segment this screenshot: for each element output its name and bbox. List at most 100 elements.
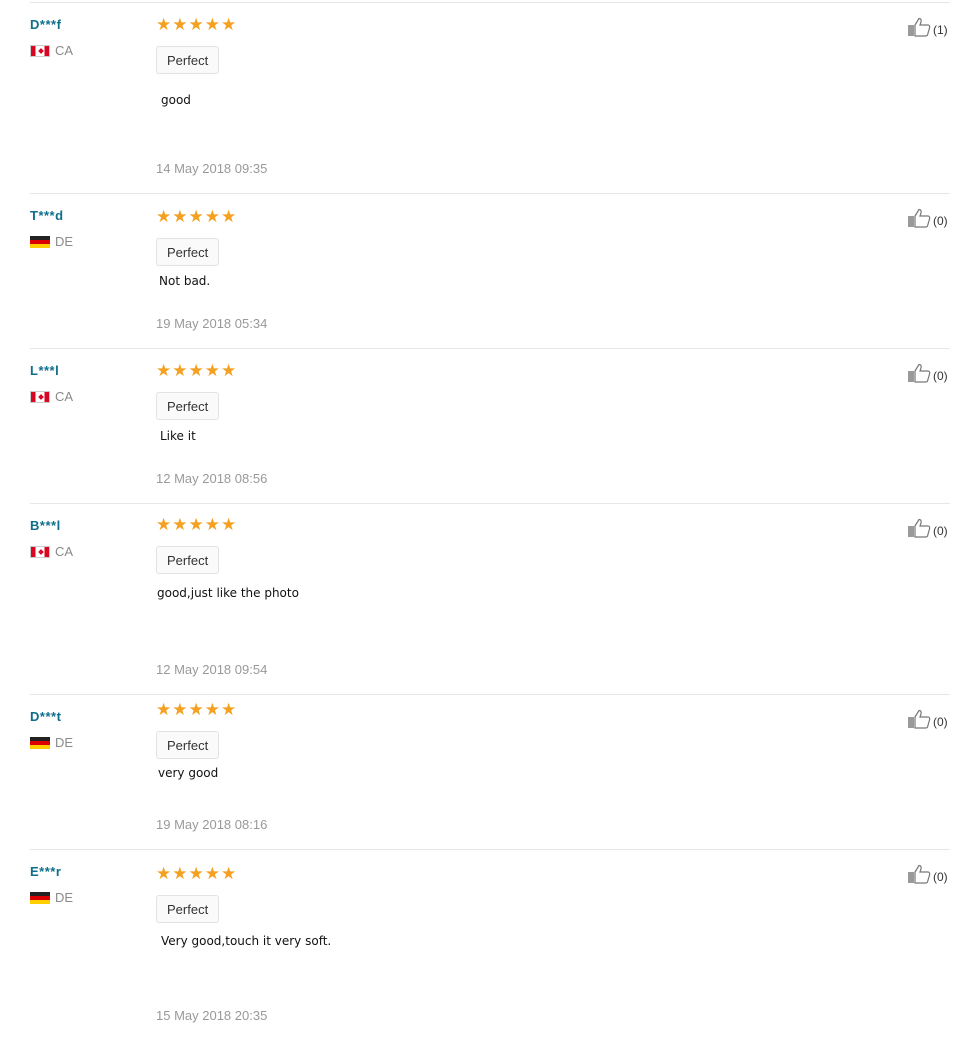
star-rating: ★ ★ ★ ★ ★ — [156, 701, 236, 718]
star-rating: ★ ★ ★ ★ ★ — [156, 208, 236, 225]
thumbs-up-icon — [908, 518, 931, 538]
reviewer-country: CA — [30, 544, 73, 559]
helpful-button[interactable]: (0) — [907, 709, 948, 729]
country-code: DE — [55, 234, 74, 249]
helpful-button[interactable]: (0) — [907, 363, 948, 383]
canada-flag-icon — [30, 545, 50, 558]
star-rating: ★ ★ ★ ★ ★ — [156, 362, 236, 379]
star-icon: ★ — [188, 15, 204, 34]
star-icon: ★ — [172, 864, 188, 883]
country-code: CA — [55, 389, 74, 404]
star-icon: ★ — [172, 361, 188, 380]
star-rating: ★ ★ ★ ★ ★ — [156, 516, 236, 533]
country-code: CA — [55, 43, 74, 58]
star-icon: ★ — [221, 361, 237, 380]
helpful-count: (0) — [933, 715, 948, 729]
star-rating: ★ ★ ★ ★ ★ — [156, 16, 236, 33]
reviewer-country: DE — [30, 890, 73, 905]
star-icon: ★ — [156, 864, 172, 883]
review-divider — [30, 694, 950, 695]
country-code: DE — [55, 735, 74, 750]
star-icon: ★ — [156, 700, 172, 719]
reviewer-name[interactable]: D***t — [30, 709, 61, 724]
review-tag: Perfect — [156, 238, 220, 266]
helpful-count: (0) — [933, 524, 948, 538]
star-icon: ★ — [172, 515, 188, 534]
review-divider — [30, 503, 950, 504]
thumbs-up-icon — [908, 17, 931, 37]
review-text: good,just like the photo — [157, 586, 299, 600]
star-icon: ★ — [221, 700, 237, 719]
review-divider — [30, 2, 950, 3]
review-tag: Perfect — [156, 731, 220, 759]
star-icon: ★ — [172, 700, 188, 719]
review-date: 19 May 2018 08:16 — [156, 817, 268, 832]
review-date: 19 May 2018 05:34 — [156, 316, 268, 331]
review-divider — [30, 193, 950, 194]
review-divider — [30, 849, 950, 850]
star-icon: ★ — [221, 207, 237, 226]
review-date: 15 May 2018 20:35 — [156, 1008, 268, 1023]
star-icon: ★ — [204, 207, 220, 226]
review-text: Like it — [160, 429, 196, 443]
star-icon: ★ — [172, 207, 188, 226]
star-icon: ★ — [221, 515, 237, 534]
star-icon: ★ — [204, 361, 220, 380]
country-code: DE — [55, 890, 74, 905]
germany-flag-icon — [30, 235, 50, 248]
star-icon: ★ — [221, 864, 237, 883]
reviewer-name[interactable]: B***l — [30, 518, 61, 533]
helpful-count: (0) — [933, 369, 948, 383]
review-tag: Perfect — [156, 895, 220, 923]
review-divider — [30, 348, 950, 349]
review-tag: Perfect — [156, 46, 220, 74]
helpful-count: (0) — [933, 870, 948, 884]
reviewer-country: DE — [30, 735, 73, 750]
reviewer-name[interactable]: D***f — [30, 17, 61, 32]
review-tag: Perfect — [156, 546, 220, 574]
reviewer-country: CA — [30, 43, 73, 58]
star-icon: ★ — [188, 515, 204, 534]
reviewer-name[interactable]: T***d — [30, 208, 64, 223]
star-rating: ★ ★ ★ ★ ★ — [156, 865, 236, 882]
germany-flag-icon — [30, 891, 50, 904]
review-text: Very good,touch it very soft. — [161, 934, 332, 948]
country-code: CA — [55, 544, 74, 559]
star-icon: ★ — [172, 15, 188, 34]
star-icon: ★ — [188, 207, 204, 226]
canada-flag-icon — [30, 390, 50, 403]
star-icon: ★ — [204, 15, 220, 34]
star-icon: ★ — [204, 864, 220, 883]
review-text: very good — [158, 766, 219, 780]
germany-flag-icon — [30, 736, 50, 749]
star-icon: ★ — [188, 700, 204, 719]
reviewer-name[interactable]: E***r — [30, 864, 61, 879]
thumbs-up-icon — [908, 709, 931, 729]
star-icon: ★ — [188, 361, 204, 380]
star-icon: ★ — [156, 515, 172, 534]
star-icon: ★ — [156, 15, 172, 34]
thumbs-up-icon — [908, 363, 931, 383]
review-text: Not bad. — [159, 274, 211, 288]
reviewer-country: CA — [30, 389, 73, 404]
helpful-button[interactable]: (1) — [907, 17, 948, 37]
helpful-button[interactable]: (0) — [907, 864, 948, 884]
canada-flag-icon — [30, 44, 50, 57]
review-date: 12 May 2018 09:54 — [156, 662, 268, 677]
reviewer-country: DE — [30, 234, 73, 249]
review-text: good — [161, 93, 191, 107]
helpful-button[interactable]: (0) — [907, 518, 948, 538]
star-icon: ★ — [156, 207, 172, 226]
reviewer-name[interactable]: L***l — [30, 363, 59, 378]
helpful-count: (1) — [933, 23, 948, 37]
star-icon: ★ — [188, 864, 204, 883]
helpful-button[interactable]: (0) — [907, 208, 948, 228]
review-tag: Perfect — [156, 392, 220, 420]
review-date: 12 May 2018 08:56 — [156, 471, 268, 486]
star-icon: ★ — [204, 700, 220, 719]
thumbs-up-icon — [908, 864, 931, 884]
star-icon: ★ — [156, 361, 172, 380]
helpful-count: (0) — [933, 214, 948, 228]
star-icon: ★ — [204, 515, 220, 534]
star-icon: ★ — [221, 15, 237, 34]
